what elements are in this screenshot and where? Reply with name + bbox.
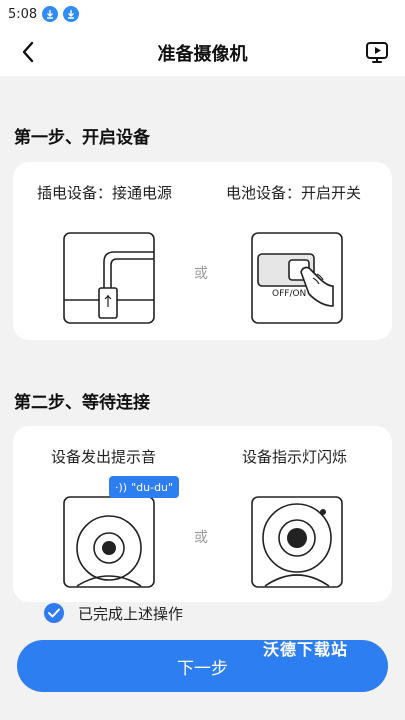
- page-title: 准备摄像机: [157, 44, 248, 65]
- step1-card: 插电设备：接通电源 电池设备：开启开关 或 OFF/ON: [13, 162, 392, 340]
- status-bar: 5:08: [0, 0, 405, 28]
- confirm-checkbox-row[interactable]: 已完成上述操作: [44, 602, 183, 624]
- switch-label: OFF/ON: [272, 289, 307, 299]
- sound-bubble: ·)) "du-du": [109, 476, 180, 498]
- watermark-text: 沃德下载站: [263, 640, 349, 659]
- battery-caption: 电池设备：开启开关: [226, 184, 362, 202]
- or-separator: 或: [194, 266, 208, 282]
- indicator-caption: 设备指示灯闪烁: [242, 448, 348, 466]
- plug-in-caption: 插电设备：接通电源: [37, 184, 173, 202]
- power-plug-illustration: [63, 232, 155, 324]
- nav-bar: 准备摄像机: [0, 28, 405, 76]
- camera-light-illustration: [251, 496, 343, 588]
- status-time: 5:08: [8, 6, 38, 22]
- step2-title: 第二步、等待连接: [14, 393, 150, 413]
- step2-card: 设备发出提示音 设备指示灯闪烁 ·)) "du-du" 或: [13, 426, 392, 602]
- checkmark-icon: [48, 608, 60, 618]
- video-tutorial-button[interactable]: [363, 38, 391, 66]
- sound-bubble-text: "du-du": [131, 480, 174, 494]
- confirm-label: 已完成上述操作: [78, 604, 184, 623]
- sound-wave-icon: ·)): [115, 480, 128, 494]
- or-separator: 或: [194, 530, 208, 546]
- beep-caption: 设备发出提示音: [51, 448, 157, 466]
- download-notification-icon: [63, 6, 80, 22]
- confirm-checkbox[interactable]: [44, 603, 64, 623]
- download-notification-icon: [42, 6, 59, 22]
- power-switch-illustration: [251, 232, 343, 324]
- camera-beep-illustration: [63, 496, 155, 588]
- video-play-icon: [366, 42, 388, 63]
- step1-title: 第一步、开启设备: [14, 128, 150, 148]
